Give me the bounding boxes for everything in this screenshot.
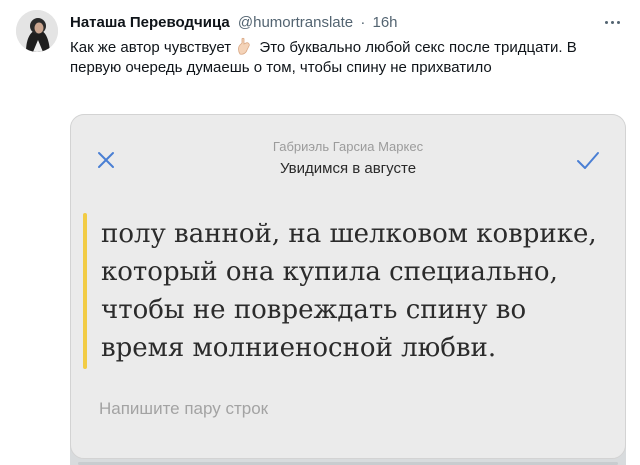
- tweet-time[interactable]: 16h: [373, 14, 398, 31]
- book-author: Габриэль Гарсиа Маркес: [272, 139, 424, 154]
- tweet-text-part1: Как же автор чувствует: [70, 39, 232, 56]
- quote-highlight-bar: [83, 213, 87, 369]
- more-options-icon[interactable]: [600, 12, 624, 32]
- quote-line: чтобы не повреждать спину во: [101, 295, 527, 325]
- author-name[interactable]: Наташа Переводчица: [70, 14, 230, 31]
- tweet: Наташа Переводчица @humortranslate · 16h…: [0, 0, 640, 465]
- tweet-media-image[interactable]: Габриэль Гарсиа Маркес Увидимся в август…: [70, 114, 626, 465]
- quote-line: время молниеносной любви.: [101, 333, 497, 363]
- note-input[interactable]: Напишите пару строк: [99, 399, 268, 419]
- author-handle[interactable]: @humortranslate: [238, 14, 353, 31]
- tweet-header: Наташа Переводчица @humortranslate · 16h: [70, 14, 600, 32]
- hand-emoji-icon: [237, 37, 253, 55]
- avatar[interactable]: [16, 10, 58, 52]
- tweet-text: Как же автор чувствует Это буквально люб…: [70, 37, 590, 78]
- check-icon[interactable]: [575, 149, 601, 171]
- book-quote-card: Габриэль Гарсиа Маркес Увидимся в август…: [70, 114, 626, 459]
- book-title: Увидимся в августе: [279, 160, 417, 177]
- separator-dot: ·: [360, 14, 366, 31]
- quote-line: который она купила специально,: [101, 257, 558, 287]
- avatar-photo: [16, 10, 58, 52]
- book-quote: полу ванной, на шелковом коврике, которы…: [101, 215, 611, 367]
- quote-line: полу ванной, на шелковом коврике,: [101, 219, 597, 249]
